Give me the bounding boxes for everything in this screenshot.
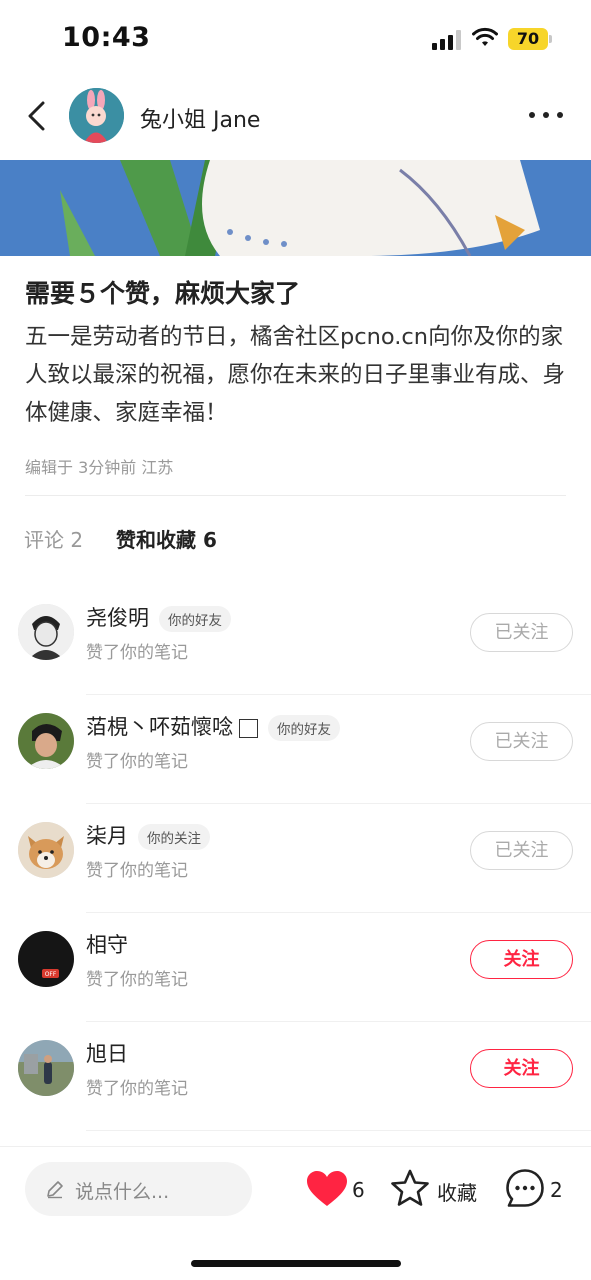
status-time: 10:43 xyxy=(62,22,151,53)
favorite-label[interactable]: 收藏 xyxy=(437,1177,477,1206)
post-meta: 编辑于 3分钟前 江苏 xyxy=(25,458,174,477)
square-glyph xyxy=(239,718,258,738)
follow-button[interactable]: 关注 xyxy=(470,1049,573,1088)
avatar[interactable] xyxy=(18,604,74,660)
avatar[interactable] xyxy=(18,713,74,769)
comment-placeholder: 说点什么... xyxy=(75,1181,170,1203)
author-avatar[interactable] xyxy=(69,88,124,143)
comment-count: 2 xyxy=(550,1178,563,1202)
liker-name[interactable]: 尧俊明 你的好友 xyxy=(86,602,231,632)
avatar[interactable] xyxy=(18,1040,74,1096)
avatar[interactable] xyxy=(18,822,74,878)
comment-bubble-icon[interactable] xyxy=(505,1168,545,1208)
relation-badge: 你的好友 xyxy=(268,715,340,741)
divider xyxy=(0,1146,591,1147)
follow-button[interactable]: 关注 xyxy=(470,940,573,979)
divider xyxy=(86,694,591,695)
tab-likes-favorites[interactable]: 赞和收藏 6 xyxy=(116,524,217,553)
divider xyxy=(86,912,591,913)
liker-action: 赞了你的笔记 xyxy=(86,861,188,881)
relation-badge: 你的好友 xyxy=(159,606,231,632)
liker-action: 赞了你的笔记 xyxy=(86,643,188,663)
liker-name[interactable]: 柒月 你的关注 xyxy=(86,820,210,850)
status-bar: 10:43 70 xyxy=(0,0,591,78)
comment-input[interactable]: 说点什么... xyxy=(25,1162,252,1216)
liker-action: 赞了你的笔记 xyxy=(86,752,188,772)
divider xyxy=(86,1021,591,1022)
divider xyxy=(25,495,566,496)
liker-action: 赞了你的笔记 xyxy=(86,970,188,990)
post-title: 需要５个赞，麻烦大家了 xyxy=(25,279,301,308)
post-image[interactable] xyxy=(0,160,591,256)
heart-icon[interactable] xyxy=(306,1170,348,1208)
author-name[interactable]: 兔小姐 Jane xyxy=(140,102,260,134)
battery-indicator: 70 xyxy=(508,28,552,50)
battery-level: 70 xyxy=(516,29,540,48)
list-item[interactable]: 柒月 你的关注 赞了你的笔记 已关注 xyxy=(0,818,591,927)
pencil-icon xyxy=(47,1181,63,1199)
list-item[interactable]: 萡梘丶吥茹懷唸 你的好友 赞了你的笔记 已关注 xyxy=(0,709,591,818)
divider xyxy=(86,1130,591,1131)
liker-name[interactable]: 旭日 xyxy=(86,1038,128,1068)
svg-text:OFF: OFF xyxy=(45,971,57,978)
post-header: 兔小姐 Jane xyxy=(0,78,591,160)
liker-action: 赞了你的笔记 xyxy=(86,1079,188,1099)
like-count: 6 xyxy=(352,1178,365,1202)
more-icon[interactable] xyxy=(528,110,564,120)
list-item[interactable]: OFF 相守 赞了你的笔记 关注 xyxy=(0,927,591,1036)
avatar[interactable]: OFF xyxy=(18,931,74,987)
wifi-icon xyxy=(472,27,498,46)
divider xyxy=(86,803,591,804)
back-icon[interactable] xyxy=(22,98,52,134)
star-icon[interactable] xyxy=(390,1168,430,1208)
tab-comments[interactable]: 评论 2 xyxy=(24,524,83,553)
list-item[interactable]: 旭日 赞了你的笔记 关注 xyxy=(0,1036,591,1145)
home-indicator[interactable] xyxy=(191,1260,401,1267)
followed-button[interactable]: 已关注 xyxy=(470,722,573,761)
signal-icon xyxy=(432,30,461,50)
post-body: 五一是劳动者的节日，橘舍社区pcno.cn向你及你的家人致以最深的祝福，愿你在未… xyxy=(25,324,566,426)
followed-button[interactable]: 已关注 xyxy=(470,831,573,870)
relation-badge: 你的关注 xyxy=(138,824,210,850)
liker-name[interactable]: 相守 xyxy=(86,929,128,959)
followed-button[interactable]: 已关注 xyxy=(470,613,573,652)
liker-name[interactable]: 萡梘丶吥茹懷唸 你的好友 xyxy=(86,711,340,741)
list-item[interactable]: 尧俊明 你的好友 赞了你的笔记 已关注 xyxy=(0,600,591,709)
